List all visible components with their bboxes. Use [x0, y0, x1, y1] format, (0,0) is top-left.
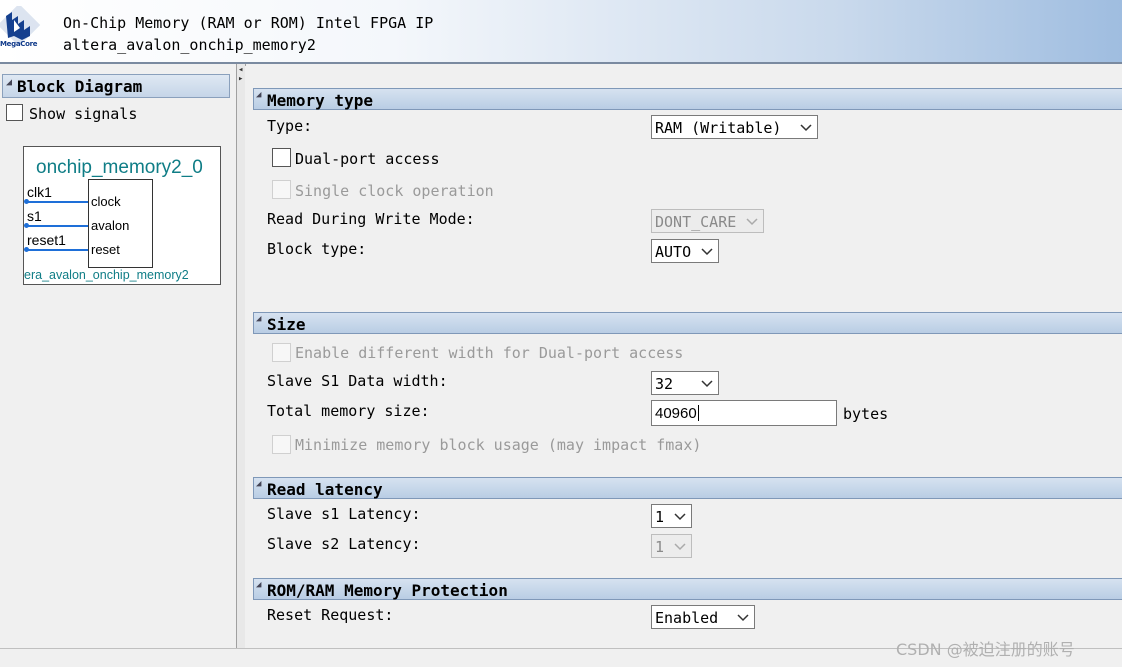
- type-label: Type:: [267, 117, 313, 135]
- total-memory-size-unit: bytes: [843, 405, 889, 423]
- different-width-checkbox[interactable]: [272, 343, 291, 362]
- dual-port-access-label: Dual-port access: [295, 150, 440, 168]
- block-type-value: AUTO: [655, 243, 692, 261]
- s1-connection-dot: [24, 223, 29, 228]
- type-select-value: RAM (Writable): [655, 119, 782, 137]
- s2-latency-value: 1: [655, 538, 665, 556]
- chevron-down-icon: [737, 614, 749, 622]
- reset-request-label: Reset Request:: [267, 606, 394, 624]
- megacore-logo-text: MegaCore: [0, 40, 38, 48]
- memory-type-title: Memory type: [267, 91, 373, 110]
- chevron-down-icon: [800, 124, 812, 132]
- data-width-label: Slave S1 Data width:: [267, 372, 448, 390]
- total-memory-size-value: 40960: [655, 405, 697, 422]
- memory-protection-section-header[interactable]: ◢ ROM/RAM Memory Protection: [253, 578, 1122, 600]
- text-caret: [697, 405, 699, 421]
- component-interface-box: clock avalon reset: [88, 179, 153, 268]
- read-latency-title: Read latency: [267, 480, 383, 499]
- interface-clock-label: clock: [91, 194, 121, 209]
- block-diagram-title: Block Diagram: [17, 77, 143, 96]
- show-signals-checkbox[interactable]: [6, 104, 23, 121]
- splitter-arrows-icon[interactable]: ◂ ▸: [238, 66, 243, 84]
- minimize-block-usage-checkbox[interactable]: [272, 435, 291, 454]
- chevron-down-icon: [674, 543, 686, 551]
- s1-latency-label: Slave s1 Latency:: [267, 505, 421, 523]
- total-memory-size-label: Total memory size:: [267, 402, 430, 420]
- collapse-triangle-icon[interactable]: ◢: [6, 77, 12, 88]
- port-s1-label: s1: [27, 208, 42, 224]
- s1-wire: [25, 225, 88, 227]
- component-block: onchip_memory2_0 clk1 s1 reset1 clock av…: [23, 146, 221, 285]
- s1-latency-value: 1: [655, 508, 665, 526]
- s2-latency-select[interactable]: 1: [651, 534, 692, 558]
- chevron-down-icon: [674, 513, 686, 521]
- ip-title: On-Chip Memory (RAM or ROM) Intel FPGA I…: [63, 14, 434, 32]
- chevron-down-icon: [746, 218, 758, 226]
- block-diagram-section-header[interactable]: ◢ Block Diagram: [2, 74, 230, 98]
- read-during-write-select[interactable]: DONT_CARE: [651, 209, 764, 233]
- read-during-write-label: Read During Write Mode:: [267, 210, 475, 228]
- read-latency-section-header[interactable]: ◢ Read latency: [253, 477, 1122, 499]
- clk1-connection-dot: [24, 199, 29, 204]
- interface-reset-label: reset: [91, 242, 120, 257]
- title-header: MegaCore On-Chip Memory (RAM or ROM) Int…: [0, 0, 1122, 64]
- parameters-panel: ◢ Memory type Type: RAM (Writable) Dual-…: [245, 66, 1122, 648]
- component-instance-name: onchip_memory2_0: [36, 157, 203, 178]
- block-type-label: Block type:: [267, 240, 367, 258]
- size-section-header[interactable]: ◢ Size: [253, 312, 1122, 334]
- block-diagram-panel: ◢ Block Diagram Show signals onchip_memo…: [0, 66, 236, 648]
- total-memory-size-input[interactable]: 40960: [651, 400, 837, 426]
- reset1-connection-dot: [24, 247, 29, 252]
- reset-request-value: Enabled: [655, 609, 719, 627]
- collapse-triangle-icon[interactable]: ◢: [256, 580, 261, 590]
- reset1-wire: [25, 249, 88, 251]
- minimize-block-usage-label: Minimize memory block usage (may impact …: [295, 436, 702, 454]
- megacore-logo-icon: [0, 6, 41, 47]
- watermark: CSDN @被迫注册的账号: [896, 640, 1075, 659]
- collapse-triangle-icon[interactable]: ◢: [256, 479, 261, 489]
- clk1-wire: [25, 201, 88, 203]
- chevron-down-icon: [701, 380, 713, 388]
- collapse-triangle-icon[interactable]: ◢: [256, 90, 261, 100]
- interface-avalon-label: avalon: [91, 218, 130, 233]
- dual-port-access-checkbox[interactable]: [272, 148, 291, 167]
- reset-request-select[interactable]: Enabled: [651, 605, 755, 629]
- memory-type-section-header[interactable]: ◢ Memory type: [253, 88, 1122, 110]
- component-class-name: era_avalon_onchip_memory2: [24, 268, 189, 282]
- port-reset1-label: reset1: [27, 232, 66, 248]
- read-during-write-value: DONT_CARE: [655, 213, 737, 231]
- size-title: Size: [267, 315, 306, 334]
- single-clock-operation-checkbox[interactable]: [272, 180, 291, 199]
- data-width-value: 32: [655, 375, 674, 393]
- collapse-triangle-icon[interactable]: ◢: [256, 314, 261, 324]
- ip-component-name: altera_avalon_onchip_memory2: [63, 36, 316, 54]
- different-width-label: Enable different width for Dual-port acc…: [295, 344, 684, 362]
- s1-latency-select[interactable]: 1: [651, 504, 692, 528]
- block-type-select[interactable]: AUTO: [651, 239, 719, 263]
- s2-latency-label: Slave s2 Latency:: [267, 535, 421, 553]
- type-select[interactable]: RAM (Writable): [651, 115, 818, 139]
- memory-protection-title: ROM/RAM Memory Protection: [267, 581, 508, 600]
- single-clock-operation-label: Single clock operation: [295, 182, 494, 200]
- show-signals-label: Show signals: [29, 105, 138, 123]
- chevron-down-icon: [701, 248, 713, 256]
- data-width-select[interactable]: 32: [651, 371, 719, 395]
- port-clk1-label: clk1: [27, 184, 52, 200]
